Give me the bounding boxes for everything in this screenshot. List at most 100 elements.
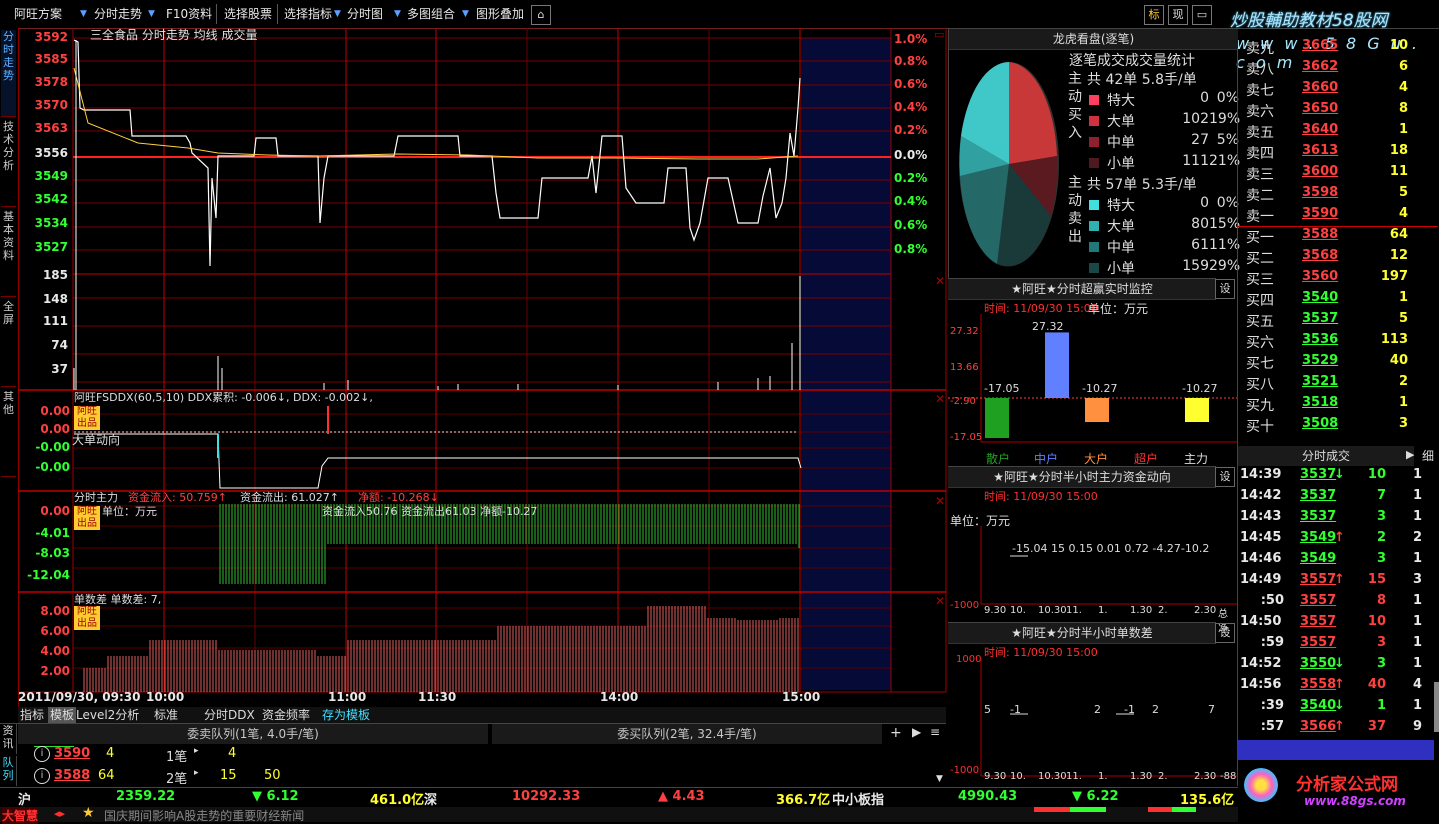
menu-select-indicator[interactable]: 选择指标 bbox=[284, 4, 332, 24]
sz-label: 深 bbox=[424, 793, 438, 808]
scroll-down-icon[interactable]: ▼ bbox=[936, 774, 943, 784]
side-tab-news[interactable]: 资讯 bbox=[0, 724, 17, 754]
row-name: 大单 bbox=[1107, 219, 1135, 235]
book-price: 3536 bbox=[1302, 332, 1339, 347]
dragon-subtitle: 逐笔成交成交量统计 bbox=[1069, 53, 1195, 69]
zx-index: 4990.43 bbox=[958, 789, 1018, 804]
dragon-panel: 龙虎看盘(逐笔) 逐笔成交成交量统计 主动买入 主动卖出 共 42单 5.8手/… bbox=[948, 28, 1241, 278]
book-price: 3537 bbox=[1302, 311, 1339, 326]
add-icon[interactable]: + bbox=[890, 725, 902, 741]
down-arrow-icon: ↓ bbox=[1334, 467, 1345, 482]
hf-x-label: 10. bbox=[1010, 605, 1026, 616]
side-tab-queue[interactable]: 队列 bbox=[0, 756, 17, 786]
trade-volume: 2 bbox=[1376, 530, 1386, 545]
window-icon[interactable]: ▭ bbox=[1192, 5, 1212, 25]
detail-button[interactable]: 细 bbox=[1422, 447, 1434, 464]
half-flow-values: -15.04 15 0.15 0.01 0.72 -4.27-10.2 bbox=[1012, 542, 1210, 555]
tab-indicator[interactable]: 指标 bbox=[20, 707, 44, 723]
dropdown-arrow-icon[interactable]: ▼ bbox=[394, 4, 401, 24]
trade-price: 3549 bbox=[1300, 530, 1337, 545]
tab-level2[interactable]: Level2分析 bbox=[76, 707, 139, 723]
menu-f10[interactable]: F10资料 bbox=[166, 4, 212, 24]
legend-swatch bbox=[1089, 95, 1099, 105]
info-icon[interactable]: i bbox=[34, 746, 50, 762]
monitor-y-label: 27.32 bbox=[950, 326, 979, 337]
tab-template[interactable]: 模板 bbox=[48, 707, 77, 723]
close-icon[interactable]: ✕ bbox=[935, 594, 945, 608]
row-pct: 19% bbox=[1209, 111, 1241, 127]
row-pct: 29% bbox=[1209, 258, 1241, 274]
book-volume: 8 bbox=[1398, 101, 1408, 116]
book-level: 买六 bbox=[1246, 335, 1274, 351]
tab-fullscreen[interactable]: 全屏 bbox=[1, 300, 16, 387]
expand-icon[interactable]: ▸ bbox=[194, 768, 199, 778]
monitor-bar bbox=[1045, 332, 1069, 398]
tab-basic-info[interactable]: 基本资料 bbox=[1, 210, 16, 297]
close-icon[interactable]: ✕ bbox=[935, 392, 945, 406]
close-icon[interactable]: ✕ bbox=[935, 274, 945, 288]
volume-bars bbox=[73, 40, 801, 390]
dropdown-arrow-icon[interactable]: ▼ bbox=[334, 4, 341, 24]
tab-save-template[interactable]: 存为模板 bbox=[322, 707, 370, 723]
lock-icon[interactable]: ⌂ bbox=[531, 5, 551, 25]
expand-icon[interactable]: ▸ bbox=[194, 746, 199, 756]
hf-x-label: 2. bbox=[1158, 605, 1168, 616]
trade-count: 1 bbox=[1412, 593, 1422, 608]
play-icon[interactable]: ▶ bbox=[1406, 448, 1414, 461]
tab-fund-freq[interactable]: 资金频率 bbox=[262, 707, 310, 723]
row-name: 中单 bbox=[1107, 240, 1135, 256]
volume-pie-chart bbox=[959, 62, 1059, 267]
close-icon[interactable]: ▭ bbox=[934, 28, 944, 41]
trade-volume: 7 bbox=[1376, 488, 1386, 503]
current-button[interactable]: 现 bbox=[1168, 5, 1188, 25]
book-volume: 40 bbox=[1389, 353, 1408, 368]
news-headline[interactable]: 国庆期间影响A股走势的重要财经新闻 bbox=[104, 807, 304, 824]
scrollbar[interactable] bbox=[1434, 682, 1439, 732]
tab-time-trend[interactable]: 分时走势 bbox=[1, 30, 16, 117]
menu-awang-plan[interactable]: 阿旺方案 bbox=[14, 4, 62, 24]
menu-multi-chart[interactable]: 多图组合 bbox=[407, 4, 455, 24]
menu-select-stock[interactable]: 选择股票 bbox=[224, 4, 272, 24]
status-bar: 沪 2359.22 ▼ 6.12 461.0亿 深 10292.33 ▲ 4.4… bbox=[0, 787, 1238, 824]
bottom-tabs: 指标 模板 Level2分析 标准 分时DDX 资金频率 存为模板 bbox=[18, 707, 946, 723]
dropdown-arrow-icon[interactable]: ▼ bbox=[148, 4, 155, 24]
settings-button[interactable]: 设 bbox=[1215, 279, 1235, 299]
trade-time: 14:39 bbox=[1240, 467, 1282, 482]
trade-time: 14:42 bbox=[1240, 488, 1282, 503]
tag-button[interactable]: 标 bbox=[1144, 5, 1164, 25]
menu-overlay[interactable]: 图形叠加 bbox=[476, 4, 524, 24]
book-level: 卖八 bbox=[1246, 62, 1274, 78]
play-icon[interactable]: ▶ bbox=[912, 725, 921, 739]
menu-time-chart[interactable]: 分时图 bbox=[347, 4, 383, 24]
book-level: 买四 bbox=[1246, 293, 1274, 309]
tab-other[interactable]: 其他 bbox=[1, 390, 16, 477]
half-diff-ymin: -1000 bbox=[950, 765, 980, 776]
book-price: 3665 bbox=[1302, 38, 1339, 53]
settings-button[interactable]: 设 bbox=[1215, 623, 1235, 643]
monitor-bar bbox=[1185, 398, 1209, 422]
monitor-bar-label: 主力 bbox=[1184, 452, 1209, 466]
tab-ddx[interactable]: 分时DDX bbox=[204, 707, 255, 723]
info-icon[interactable]: i bbox=[34, 768, 50, 784]
menu-time-trend[interactable]: 分时走势 bbox=[94, 4, 142, 24]
up-arrow-icon: ↑ bbox=[1334, 572, 1345, 587]
pie-slice-buy-big bbox=[1009, 62, 1057, 164]
dropdown-arrow-icon[interactable]: ▼ bbox=[80, 4, 87, 24]
trade-time: 14:49 bbox=[1240, 572, 1282, 587]
hd-x-label: -88 bbox=[1220, 771, 1237, 782]
menu-icon[interactable]: ≡ bbox=[930, 725, 940, 739]
tab-tech-analysis[interactable]: 技术分析 bbox=[1, 120, 16, 207]
trade-count: 1 bbox=[1412, 509, 1422, 524]
trade-volume: 40 bbox=[1367, 677, 1386, 692]
settings-button[interactable]: 设 bbox=[1215, 467, 1235, 487]
intraday-chart[interactable] bbox=[18, 28, 948, 694]
row-pct: 15% bbox=[1209, 216, 1241, 232]
book-price: 3521 bbox=[1302, 374, 1339, 389]
queue-order: 50 bbox=[264, 768, 281, 783]
monitor-bar-value: -10.27 bbox=[1082, 382, 1118, 395]
nav-arrows-icon[interactable]: ◂▸ bbox=[54, 807, 65, 820]
dropdown-arrow-icon[interactable]: ▼ bbox=[462, 4, 469, 24]
tab-standard[interactable]: 标准 bbox=[154, 707, 178, 723]
book-level: 买一 bbox=[1246, 230, 1274, 246]
close-icon[interactable]: ✕ bbox=[935, 494, 945, 508]
